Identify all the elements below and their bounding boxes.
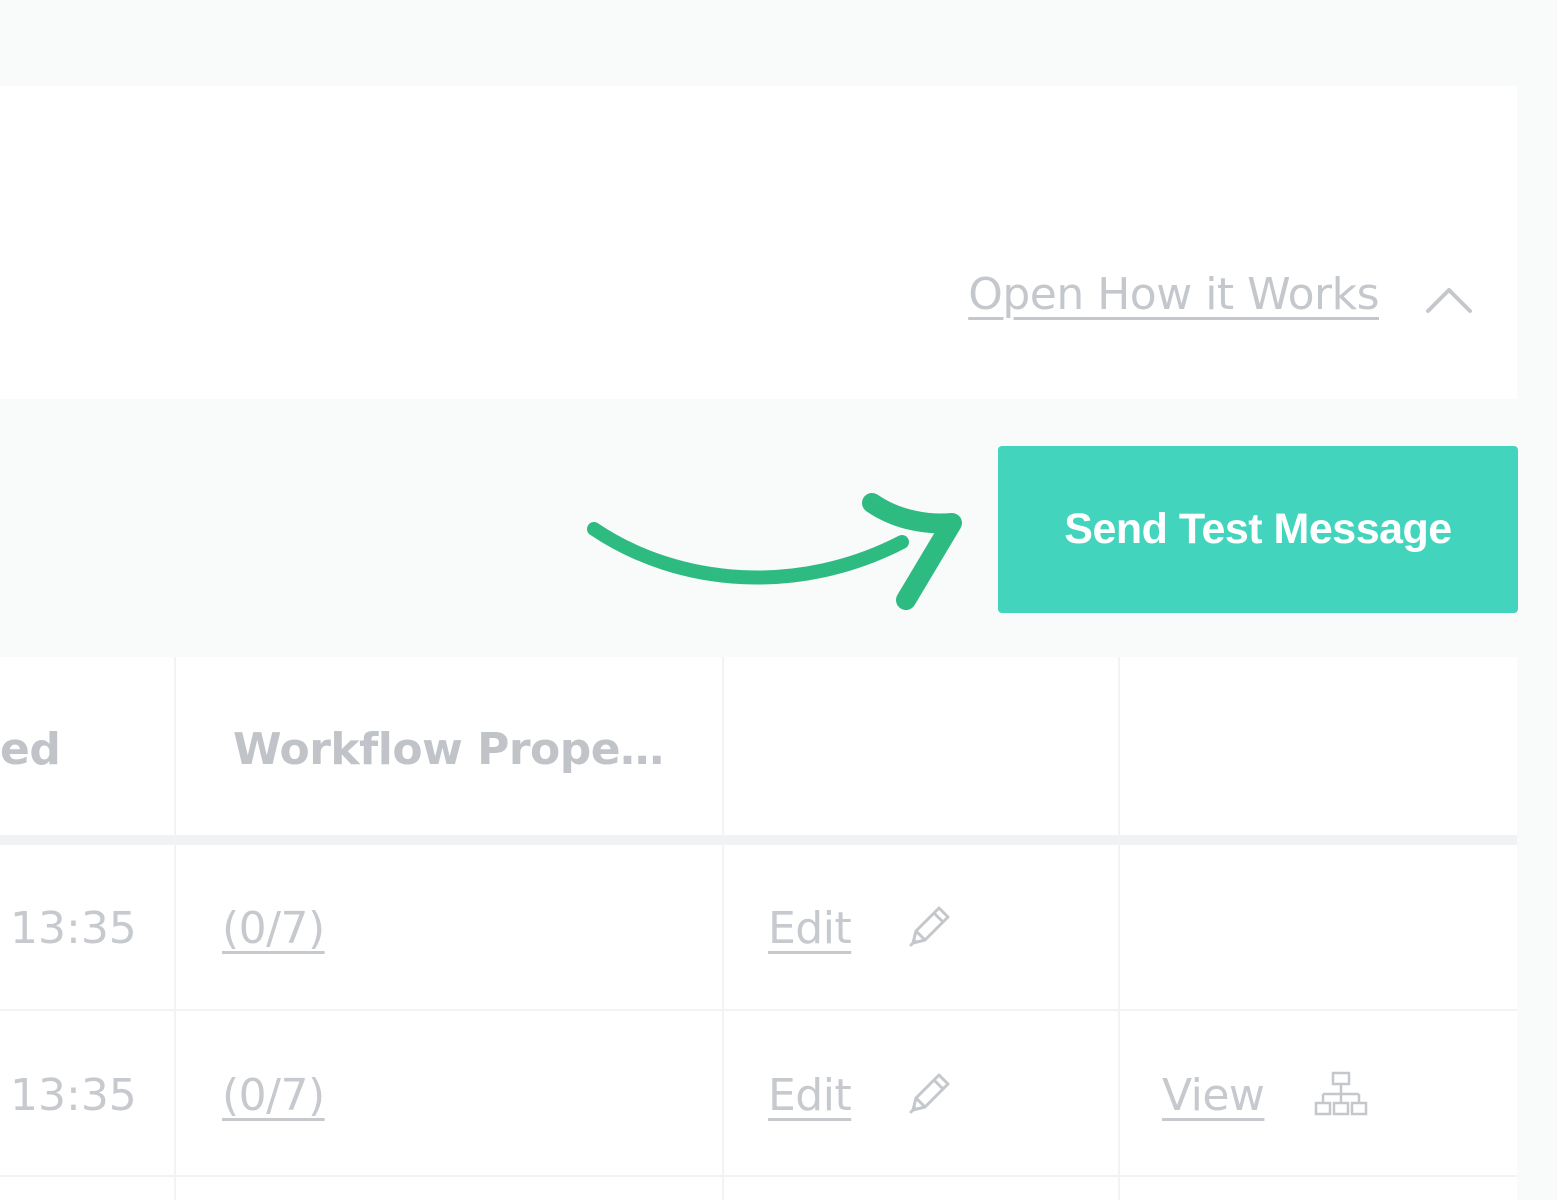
column-divider [1118,657,1120,1200]
pencil-icon[interactable] [903,901,955,953]
header-divider [0,835,1517,845]
workflow-properties-link[interactable]: (0/7) [222,903,325,954]
column-header-date: ed [0,724,61,775]
workflow-table: ed Workflow Prope… 13:35 (0/7) Edit 13:3… [0,657,1517,1200]
chevron-up-icon[interactable] [1422,281,1476,317]
curved-arrow-icon [587,493,962,610]
edit-link[interactable]: Edit [768,1070,852,1121]
how-it-works-panel: Open How it Works [0,86,1517,399]
workflow-properties-link[interactable]: (0/7) [222,1070,325,1121]
row-time: 13:35 [10,1070,137,1121]
pencil-icon[interactable] [903,1068,955,1120]
send-test-message-button[interactable]: Send Test Message [998,446,1518,613]
row-time: 13:35 [10,903,137,954]
sitemap-icon[interactable] [1313,1070,1369,1120]
row-divider [0,1009,1517,1011]
row-divider [0,1175,1517,1177]
open-how-it-works-link[interactable]: Open How it Works [968,269,1379,320]
edit-link[interactable]: Edit [768,903,852,954]
column-divider [722,657,724,1200]
view-link[interactable]: View [1162,1070,1265,1121]
column-header-workflow-properties: Workflow Prope… [233,724,664,775]
page: Open How it Works Send Test Message ed W… [0,0,1557,1200]
column-divider [174,657,176,1200]
